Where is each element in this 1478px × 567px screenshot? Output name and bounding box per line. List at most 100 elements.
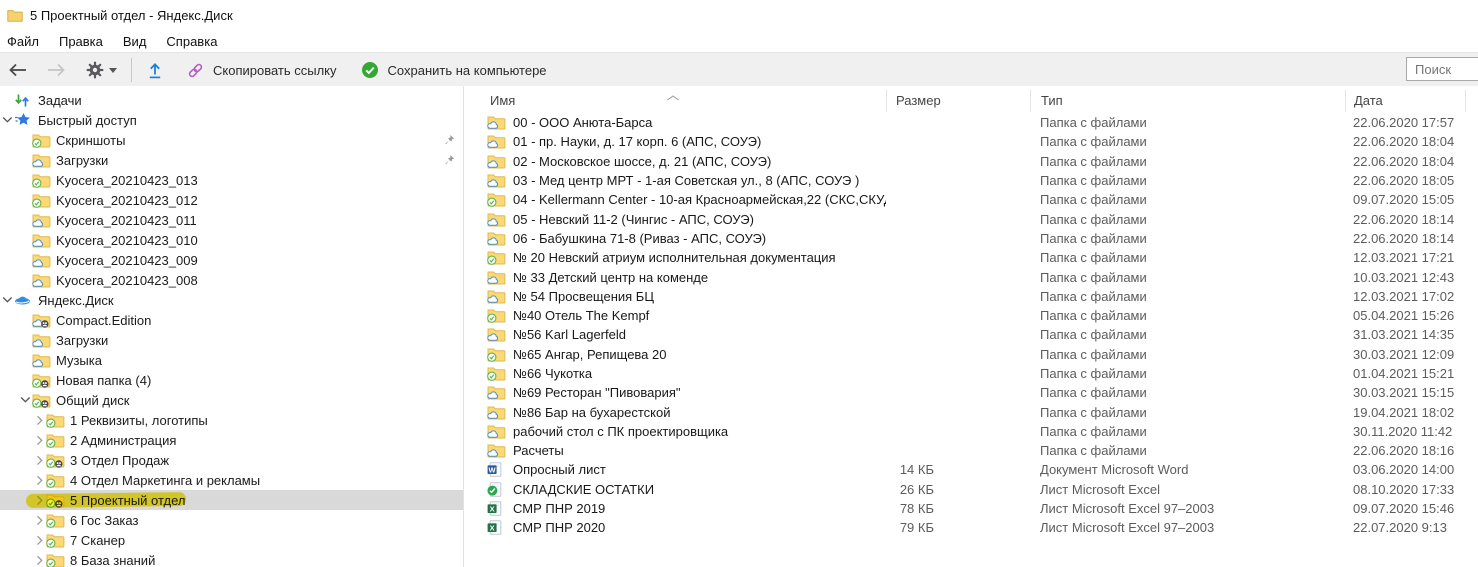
file-row[interactable]: рабочий стол с ПК проектировщика Папка с… <box>464 422 1478 441</box>
gear-dropdown-caret[interactable] <box>109 68 117 73</box>
search-input[interactable] <box>1406 57 1478 81</box>
file-row[interactable]: №56 Karl Lagerfeld Папка с файлами 31.03… <box>464 325 1478 344</box>
back-button[interactable] <box>8 63 28 77</box>
sidebar-item[interactable]: Kyocera_20210423_011 <box>0 210 463 230</box>
sidebar-item[interactable]: Общий диск <box>0 390 463 410</box>
file-row[interactable]: №69 Ресторан "Пивовария" Папка с файлами… <box>464 383 1478 402</box>
menu-view[interactable]: Вид <box>113 34 157 49</box>
file-row[interactable]: Расчеты Папка с файлами 22.06.2020 18:16 <box>464 441 1478 460</box>
sidebar-item[interactable]: Kyocera_20210423_008 <box>0 270 463 290</box>
file-type-icon: X <box>487 520 506 535</box>
sidebar-item[interactable]: Kyocera_20210423_010 <box>0 230 463 250</box>
tree-chevron-icon[interactable] <box>33 515 46 526</box>
file-name: № 20 Невский атриум исполнительная докум… <box>513 250 836 265</box>
file-row[interactable]: №65 Ангар, Репищева 20 Папка с файлами 3… <box>464 345 1478 364</box>
sidebar-item[interactable]: Музыка <box>0 350 463 370</box>
menu-edit[interactable]: Правка <box>49 34 113 49</box>
column-header-type[interactable]: Тип <box>1030 90 1345 112</box>
column-header-end-divider <box>1465 90 1466 112</box>
sidebar-item-label: Compact.Edition <box>56 313 151 328</box>
tree-chevron-icon[interactable] <box>1 116 14 124</box>
menu-help[interactable]: Справка <box>156 34 227 49</box>
tree-chevron-icon[interactable] <box>33 415 46 426</box>
file-row[interactable]: № 20 Невский атриум исполнительная докум… <box>464 248 1478 267</box>
file-type: Папка с файлами <box>1030 250 1345 265</box>
sidebar-item[interactable]: Скриншоты <box>0 130 463 150</box>
file-type: Папка с файлами <box>1030 424 1345 439</box>
file-row[interactable]: W Опросный лист 14 КБ Документ Microsoft… <box>464 460 1478 479</box>
sidebar-item[interactable]: Быстрый доступ <box>0 110 463 130</box>
sidebar-item[interactable]: 8 База знаний <box>0 550 463 567</box>
sidebar-item-label: 7 Сканер <box>70 533 125 548</box>
file-row[interactable]: СКЛАДСКИЕ ОСТАТКИ 26 КБ Лист Microsoft E… <box>464 480 1478 499</box>
file-name: СМР ПНР 2020 <box>513 520 605 535</box>
sidebar-item[interactable]: Задачи <box>0 90 463 110</box>
svg-text:X: X <box>490 505 495 514</box>
file-type-icon: W <box>487 462 506 477</box>
sidebar-item[interactable]: Загрузки <box>0 150 463 170</box>
file-row[interactable]: №40 Отель The Kempf Папка с файлами 05.0… <box>464 306 1478 325</box>
sidebar-item[interactable]: 3 Отдел Продаж <box>0 450 463 470</box>
file-type: Лист Microsoft Excel 97–2003 <box>1030 520 1345 535</box>
tree-chevron-icon[interactable] <box>33 435 46 446</box>
file-row[interactable]: №66 Чукотка Папка с файлами 01.04.2021 1… <box>464 364 1478 383</box>
tree-chevron-icon[interactable] <box>33 555 46 566</box>
file-row[interactable]: 02 - Московское шоссе, д. 21 (АПС, СОУЭ)… <box>464 152 1478 171</box>
folder-icon <box>32 193 51 208</box>
file-row[interactable]: X СМР ПНР 2019 78 КБ Лист Microsoft Exce… <box>464 499 1478 518</box>
sidebar-item[interactable]: Kyocera_20210423_013 <box>0 170 463 190</box>
sidebar-item-label: 6 Гос Заказ <box>70 513 138 528</box>
save-button[interactable]: Сохранить на компьютере <box>388 63 547 78</box>
pin-icon[interactable] <box>443 134 455 149</box>
file-row[interactable]: 05 - Невский 11-2 (Чингис - АПС, СОУЭ) П… <box>464 209 1478 228</box>
tree-chevron-icon[interactable] <box>33 475 46 486</box>
sidebar-item[interactable]: 4 Отдел Маркетинга и рекламы <box>0 470 463 490</box>
file-row[interactable]: X СМР ПНР 2020 79 КБ Лист Microsoft Exce… <box>464 518 1478 537</box>
file-row[interactable]: 01 - пр. Науки, д. 17 корп. 6 (АПС, СОУЭ… <box>464 132 1478 151</box>
file-row[interactable]: 04 - Kellermann Center - 10-ая Красноарм… <box>464 190 1478 209</box>
folder-icon <box>32 133 51 148</box>
file-type-icon <box>487 385 506 400</box>
file-row[interactable]: №86 Бар на бухарестской Папка с файлами … <box>464 402 1478 421</box>
tree-chevron-icon[interactable] <box>33 455 46 466</box>
upload-button[interactable] <box>147 62 163 79</box>
pin-icon[interactable] <box>443 154 455 169</box>
file-name: рабочий стол с ПК проектировщика <box>513 424 728 439</box>
sidebar-item[interactable]: Загрузки <box>0 330 463 350</box>
file-name: 01 - пр. Науки, д. 17 корп. 6 (АПС, СОУЭ… <box>513 134 761 149</box>
sidebar-item[interactable]: Compact.Edition <box>0 310 463 330</box>
file-row[interactable]: 00 - ООО Анюта-Барса Папка с файлами 22.… <box>464 113 1478 132</box>
sidebar-item[interactable]: 1 Реквизиты, логотипы <box>0 410 463 430</box>
sidebar-item[interactable]: 5 Проектный отдел <box>0 490 463 510</box>
file-size: 14 КБ <box>886 462 1030 477</box>
file-row[interactable]: № 33 Детский центр на коменде Папка с фа… <box>464 267 1478 286</box>
column-header-name[interactable]: Имя <box>464 90 886 112</box>
tree-chevron-icon[interactable] <box>33 495 46 506</box>
sidebar-item[interactable]: 2 Администрация <box>0 430 463 450</box>
sidebar-item[interactable]: 7 Сканер <box>0 530 463 550</box>
column-header-size[interactable]: Размер <box>886 90 1030 112</box>
save-check-icon[interactable] <box>361 61 379 79</box>
tree-chevron-icon[interactable] <box>1 296 14 304</box>
column-header-date[interactable]: Дата <box>1345 90 1478 112</box>
file-row[interactable]: № 54 Просвещения БЦ Папка с файлами 12.0… <box>464 287 1478 306</box>
folder-icon <box>32 353 51 368</box>
file-type: Папка с файлами <box>1030 154 1345 169</box>
tree-chevron-icon[interactable] <box>33 535 46 546</box>
tree-chevron-icon[interactable] <box>19 396 32 404</box>
sidebar-item[interactable]: Kyocera_20210423_009 <box>0 250 463 270</box>
sidebar-item-label: Kyocera_20210423_013 <box>56 173 198 188</box>
sidebar-item[interactable]: Kyocera_20210423_012 <box>0 190 463 210</box>
forward-button[interactable] <box>46 63 66 77</box>
copy-link-icon[interactable] <box>187 62 204 79</box>
menu-file[interactable]: Файл <box>0 34 49 49</box>
copy-link-button[interactable]: Скопировать ссылку <box>213 63 337 78</box>
file-type-icon <box>487 212 506 227</box>
file-row[interactable]: 06 - Бабушкина 71-8 (Риваз - АПС, СОУЭ) … <box>464 229 1478 248</box>
sidebar-item[interactable]: Новая папка (4) <box>0 370 463 390</box>
file-row[interactable]: 03 - Мед центр МРТ - 1-ая Советская ул.,… <box>464 171 1478 190</box>
sidebar-item[interactable]: 6 Гос Заказ <box>0 510 463 530</box>
settings-gear-button[interactable] <box>86 61 104 79</box>
sidebar-item[interactable]: Яндекс.Диск <box>0 290 463 310</box>
file-name: Опросный лист <box>513 462 606 477</box>
